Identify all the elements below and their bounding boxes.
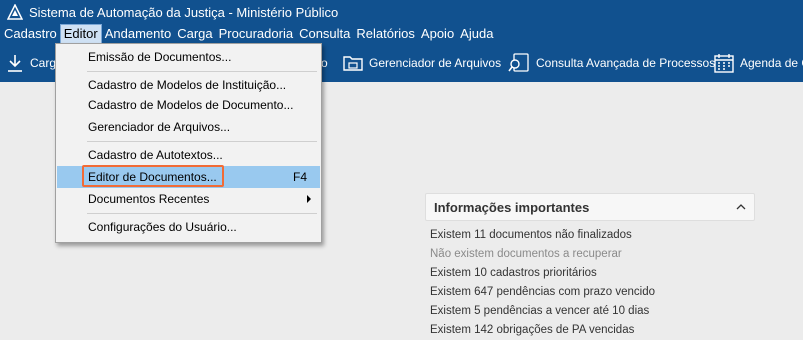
menu-item-label: Cadastro de Modelos de Documento... — [88, 98, 294, 112]
consulta-label: Consulta Avançada de Processos — [536, 56, 716, 70]
info-line-obrigacoes-pa[interactable]: Existem 142 obrigações de PA vencidas — [425, 321, 755, 340]
gerenciador-arquivos-button[interactable]: Gerenciador de Arquivos — [343, 44, 501, 82]
menu-item-modelos-documento[interactable]: Cadastro de Modelos de Documento... — [57, 94, 320, 116]
chevron-up-icon[interactable] — [736, 203, 746, 211]
calendar-icon — [714, 54, 734, 73]
menu-item-autotextos[interactable]: Cadastro de Autotextos... — [57, 144, 320, 166]
menu-item-documentos-recentes[interactable]: Documentos Recentes — [57, 188, 320, 210]
window-title: Sistema de Automação da Justiça - Minist… — [29, 4, 339, 20]
menu-item-label: Cadastro de Autotextos... — [88, 148, 223, 162]
gerenciador-label: Gerenciador de Arquivos — [369, 56, 502, 70]
menu-andamento[interactable]: Andamento — [102, 24, 175, 44]
toolbar-hidden-suffix: o — [321, 56, 328, 70]
app-logo-icon — [7, 4, 23, 20]
search-document-icon — [508, 53, 529, 72]
menu-separator — [87, 141, 317, 142]
consulta-avancada-button[interactable]: Consulta Avançada de Processos — [508, 44, 715, 82]
info-line-documentos-recuperar: Não existem documentos a recuperar — [430, 248, 622, 260]
menu-item-modelos-instituicao[interactable]: Cadastro de Modelos de Instituição... — [57, 74, 320, 96]
info-line-pendencias-vencidas[interactable]: Existem 647 pendências com prazo vencido — [425, 283, 755, 302]
menu-editor[interactable]: Editor — [59, 24, 102, 44]
info-panel-header[interactable]: Informações importantes — [425, 193, 755, 221]
title-bar: Sistema de Automação da Justiça - Minist… — [0, 0, 803, 24]
download-icon — [8, 55, 22, 72]
menu-relatorios[interactable]: Relatórios — [353, 24, 418, 44]
menu-separator — [87, 213, 317, 214]
menu-item-label: Documentos Recentes — [88, 192, 210, 206]
info-line-pendencias-a-vencer[interactable]: Existem 5 pendências a vencer até 10 dia… — [425, 302, 755, 321]
menu-ajuda[interactable]: Ajuda — [457, 24, 496, 44]
menu-item-configuracoes-usuario[interactable]: Configurações do Usuário... — [57, 216, 320, 238]
menu-consulta[interactable]: Consulta — [296, 24, 353, 44]
menu-item-label: Configurações do Usuário... — [88, 220, 237, 234]
editor-dropdown-menu: Emissão de Documentos... Cadastro de Mod… — [55, 43, 322, 243]
menu-bar: Cadastro Editor Andamento Carga Procurad… — [0, 24, 803, 44]
menu-cadastro[interactable]: Cadastro — [1, 24, 60, 44]
menu-carga[interactable]: Carga — [174, 24, 215, 44]
toolbar-partial-label: o — [321, 44, 328, 82]
menu-procuradoria[interactable]: Procuradoria — [216, 24, 296, 44]
menu-item-label: Gerenciador de Arquivos... — [88, 120, 231, 134]
menu-separator — [87, 71, 317, 72]
folder-icon — [343, 56, 363, 71]
highlight-box — [82, 165, 224, 187]
agenda-label: Agenda de C — [740, 56, 803, 70]
menu-item-emissao-documentos[interactable]: Emissão de Documentos... — [57, 46, 320, 68]
info-panel-title: Informações importantes — [434, 199, 590, 215]
menu-item-label: Cadastro de Modelos de Instituição... — [88, 78, 287, 92]
submenu-arrow-icon — [307, 195, 311, 203]
menu-item-label: Emissão de Documentos... — [88, 50, 232, 64]
info-panel: Informações importantes Existem 11 docum… — [425, 193, 755, 340]
info-line-cadastros-prioritarios[interactable]: Existem 10 cadastros prioritários — [425, 264, 755, 283]
menu-apoio[interactable]: Apoio — [418, 24, 457, 44]
info-line-documentos-nao-finalizados[interactable]: Existem 11 documentos não finalizados — [425, 226, 755, 245]
shortcut-label: F4 — [293, 170, 308, 184]
agenda-button[interactable]: Agenda de C — [714, 44, 803, 82]
menu-item-gerenciador-arquivos[interactable]: Gerenciador de Arquivos... — [57, 116, 320, 138]
